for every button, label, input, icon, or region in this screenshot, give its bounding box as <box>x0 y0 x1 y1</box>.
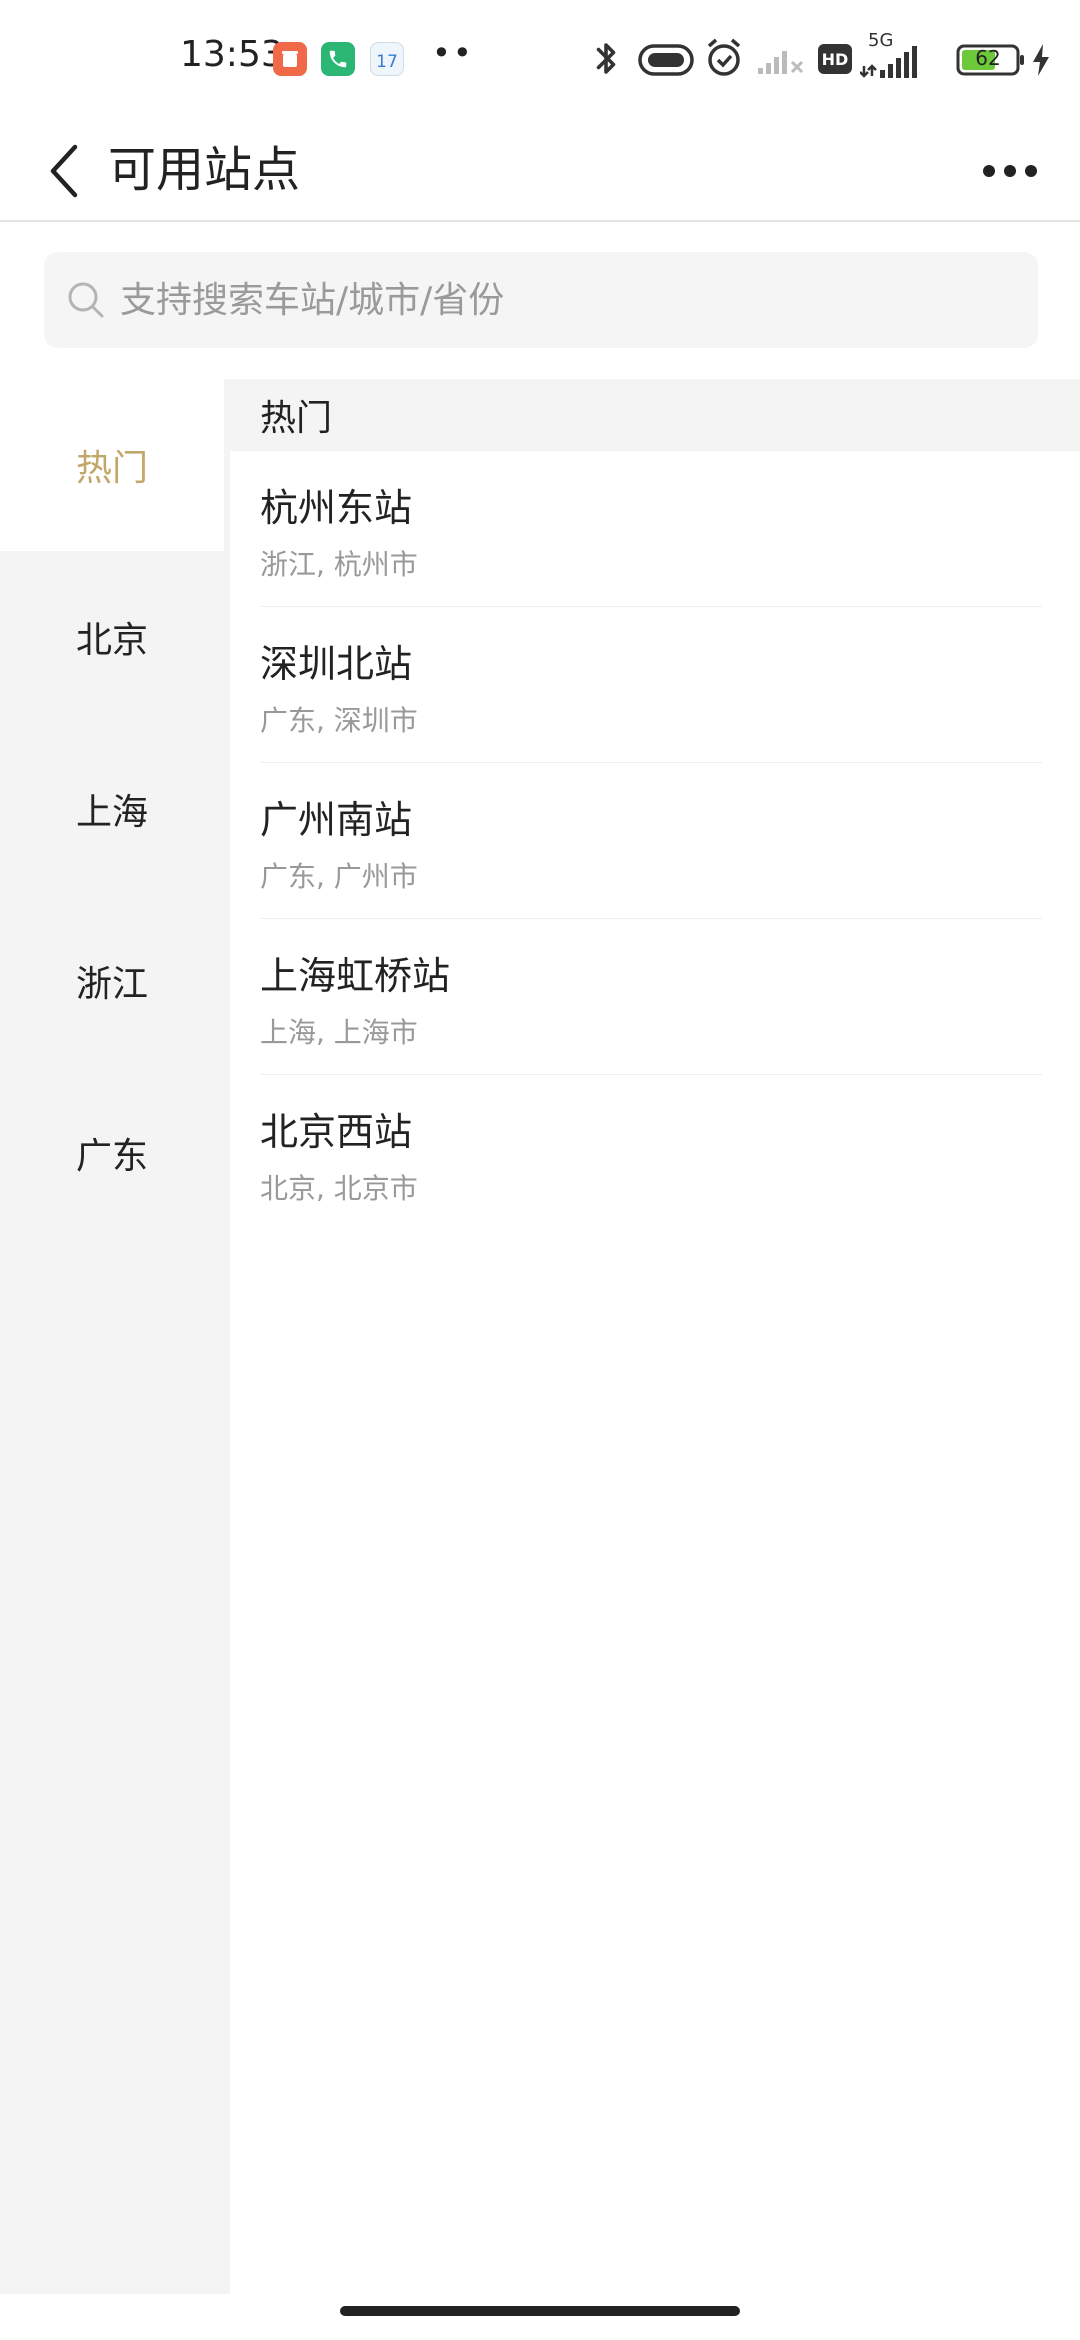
search-section <box>0 224 1080 379</box>
more-options-button[interactable] <box>960 126 1060 216</box>
station-name: 杭州东站 <box>260 486 413 530</box>
home-indicator[interactable] <box>340 2306 740 2316</box>
back-button[interactable] <box>20 126 110 216</box>
calendar-day: 17 <box>376 52 398 72</box>
station-item[interactable]: 深圳北站 广东, 深圳市 <box>260 607 1042 763</box>
sidebar-item-label: 浙江 <box>76 964 149 1005</box>
station-name: 深圳北站 <box>260 642 413 686</box>
search-input[interactable] <box>118 278 1018 322</box>
sidebar-item-guangdong[interactable]: 广东 <box>0 1067 224 1239</box>
charging-icon <box>1030 42 1052 82</box>
sidebar-item-label: 上海 <box>76 792 149 833</box>
station-location: 广东, 深圳市 <box>260 704 418 737</box>
calendar-icon: 17 <box>370 42 404 76</box>
status-bar: 13:53 17 •• HD 5G 62 <box>0 0 1080 118</box>
hd-label: HD <box>821 49 849 69</box>
station-name: 上海虹桥站 <box>260 954 451 998</box>
battery-level: 62 <box>975 46 1001 70</box>
station-name: 北京西站 <box>260 1110 413 1154</box>
station-item[interactable]: 广州南站 广东, 广州市 <box>260 763 1042 919</box>
alarm-icon <box>704 36 744 84</box>
more-notifications-dots: •• <box>432 34 474 72</box>
sidebar-item-beijing[interactable]: 北京 <box>0 551 224 723</box>
search-icon <box>66 280 106 320</box>
station-item[interactable]: 北京西站 北京, 北京市 <box>260 1075 1042 1231</box>
station-item[interactable]: 上海虹桥站 上海, 上海市 <box>260 919 1042 1075</box>
chevron-left-icon <box>50 144 78 198</box>
station-list: 杭州东站 浙江, 杭州市 深圳北站 广东, 深圳市 广州南站 广东, 广州市 上… <box>230 451 1080 1231</box>
station-item[interactable]: 杭州东站 浙江, 杭州市 <box>260 451 1042 607</box>
app-header: 可用站点 <box>0 118 1080 222</box>
sidebar-item-label: 热门 <box>76 448 149 489</box>
bluetooth-icon <box>588 38 624 86</box>
station-browser: 热门 北京 上海 浙江 广东 热门 杭州东站 浙江, 杭州市 深圳北站 广东, … <box>0 379 1080 2294</box>
section-header: 热门 <box>230 379 1080 451</box>
status-time: 13:53 <box>180 34 284 75</box>
signal-1-icon <box>756 44 806 80</box>
page-title: 可用站点 <box>108 142 301 198</box>
sidebar-item-hot[interactable]: 热门 <box>0 379 224 551</box>
status-indicators: HD 5G 62 <box>560 30 1080 90</box>
station-location: 北京, 北京市 <box>260 1172 418 1205</box>
phone-icon <box>321 42 355 76</box>
battery-icon: 62 <box>956 44 1026 80</box>
region-sidebar: 热门 北京 上海 浙江 广东 <box>0 379 230 2294</box>
station-name: 广州南站 <box>260 798 413 842</box>
station-content: 热门 杭州东站 浙江, 杭州市 深圳北站 广东, 深圳市 广州南站 广东, 广州… <box>230 379 1080 2294</box>
station-location: 广东, 广州市 <box>260 860 418 893</box>
search-box[interactable] <box>44 252 1038 348</box>
sidebar-item-label: 北京 <box>76 620 149 661</box>
notification-app-icon <box>273 42 307 76</box>
station-location: 浙江, 杭州市 <box>260 548 418 581</box>
station-location: 上海, 上海市 <box>260 1016 418 1049</box>
sidebar-item-shanghai[interactable]: 上海 <box>0 723 224 895</box>
nfc-icon <box>638 44 694 80</box>
sidebar-item-label: 广东 <box>76 1136 149 1177</box>
sidebar-item-zhejiang[interactable]: 浙江 <box>0 895 224 1067</box>
more-horizontal-icon <box>983 165 1037 177</box>
hd-icon: HD <box>818 44 852 74</box>
